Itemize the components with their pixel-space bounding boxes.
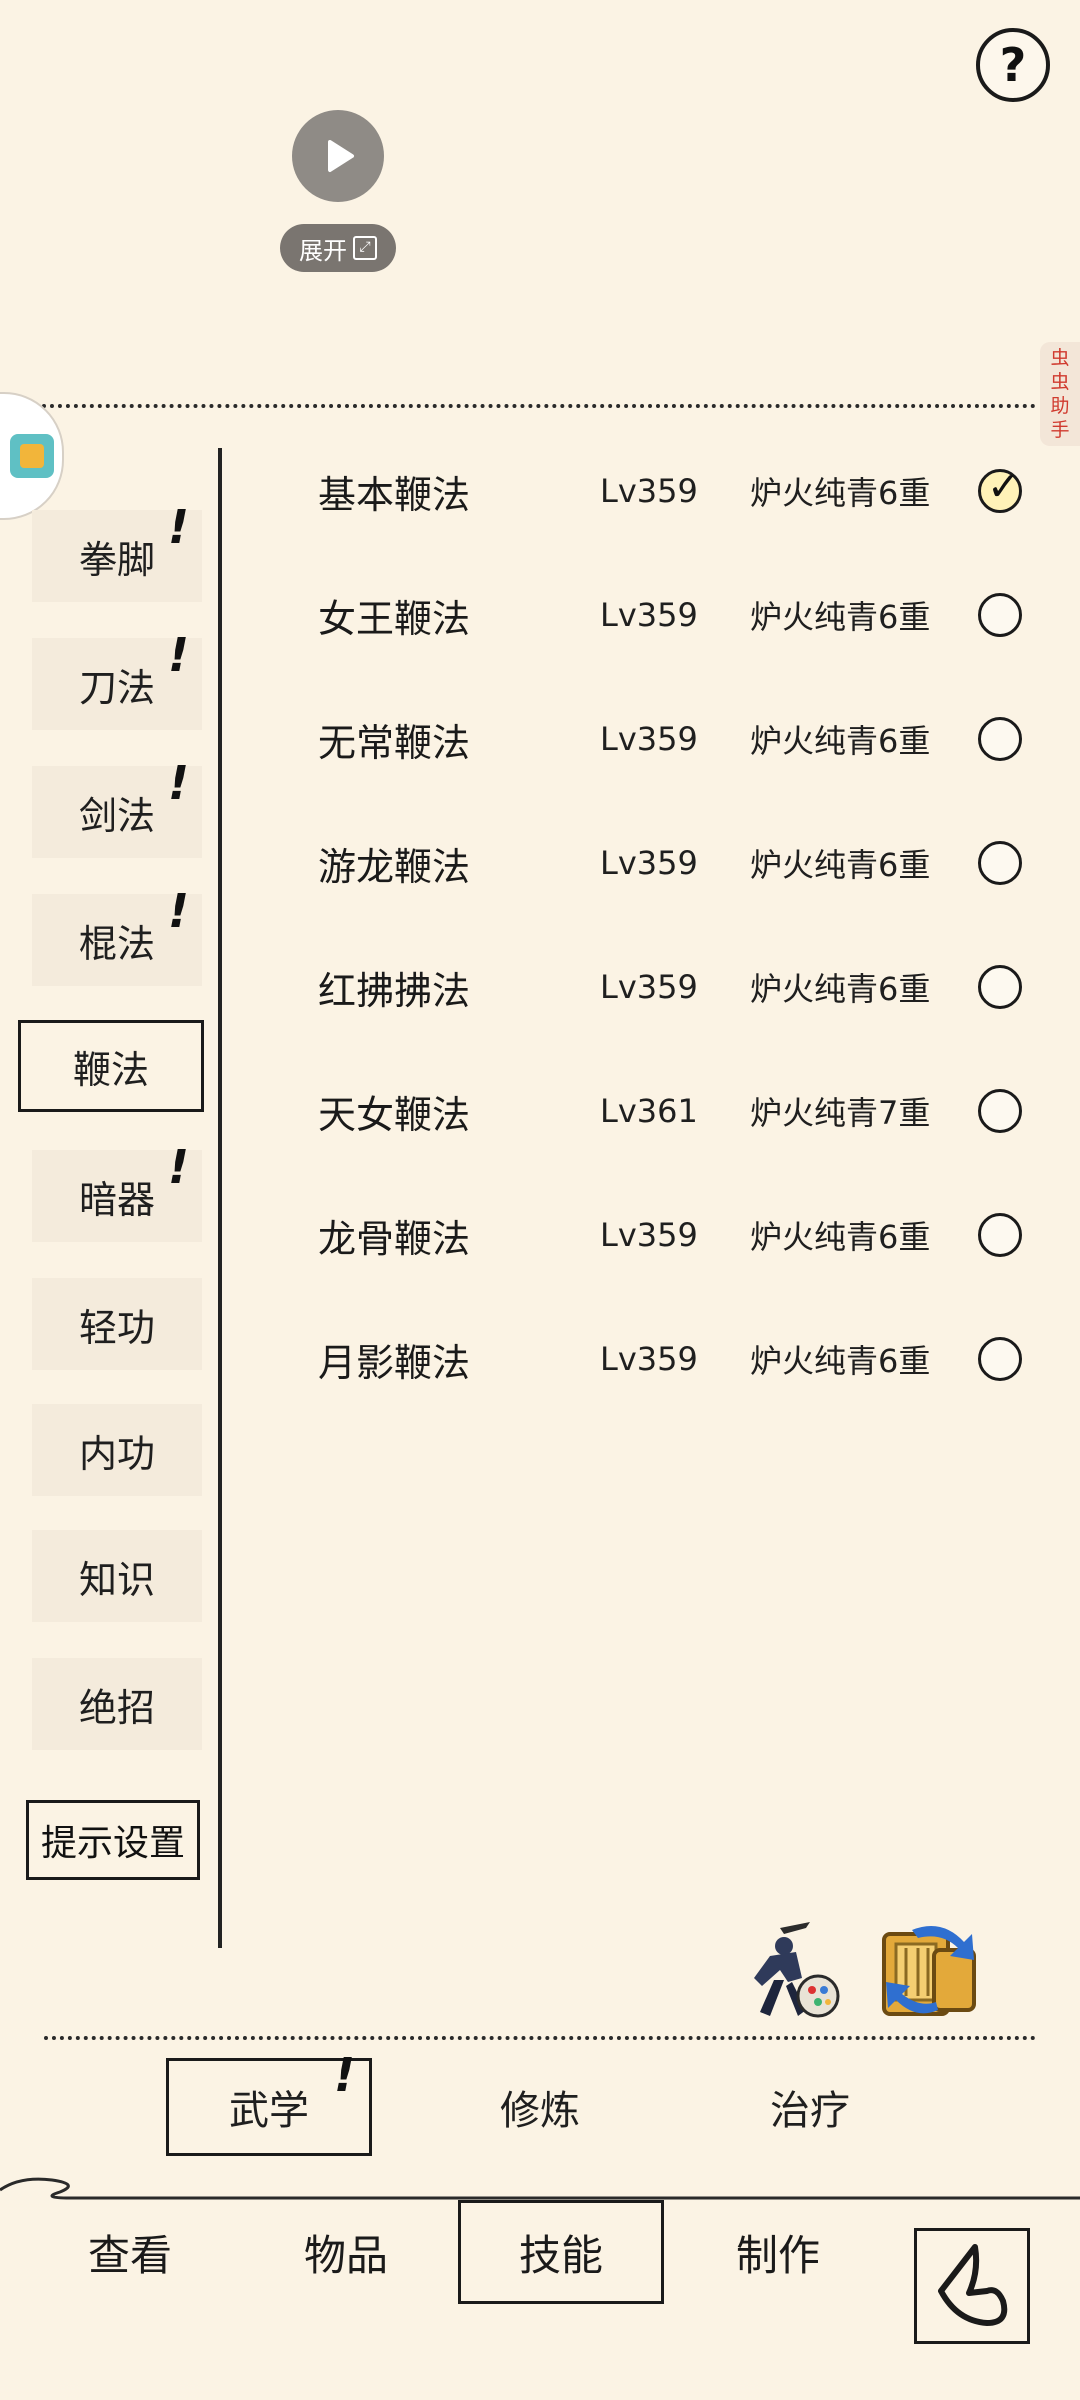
expand-icon: ⤢ [353,236,377,260]
category-label: 棍法 [78,921,155,966]
subtab-label: 治疗 [770,2088,850,2134]
category-label: 内功 [78,1431,155,1476]
skill-rank: 炉火纯青6重 [750,1342,931,1380]
nav-label: 制作 [735,2230,820,2280]
skill-select-radio[interactable]: ✓ [978,464,1022,513]
skill-level: Lv359 [600,596,698,634]
list-divider [218,448,222,1948]
nav-items[interactable]: 物品 [256,2200,436,2304]
skill-row[interactable]: 红拂拂法 Lv359 炉火纯青6重 [318,952,1038,1022]
alert-mark: ! [334,2048,355,2102]
helper-char: 虫 [1050,347,1070,369]
play-button[interactable] [292,110,384,202]
skill-select-radio[interactable] [978,841,1022,885]
skill-select-radio[interactable] [978,1213,1022,1257]
skill-level: Lv359 [600,968,698,1006]
skill-row[interactable]: 无常鞭法 Lv359 炉火纯青6重 [318,704,1038,774]
skill-level: Lv359 [600,1216,698,1254]
helper-char: 虫 [1050,371,1070,393]
skill-row[interactable]: 龙骨鞭法 Lv359 炉火纯青6重 [318,1200,1038,1270]
category-label: 知识 [78,1557,155,1602]
category-label: 暗器 [78,1177,155,1222]
expand-label: 展开 [299,236,347,265]
helper-tab[interactable]: 虫 虫 助 手 [1040,342,1080,446]
skill-rank: 炉火纯青7重 [750,1094,931,1132]
skill-rank: 炉火纯青6重 [750,970,931,1008]
skill-select-radio[interactable] [978,1089,1022,1133]
skill-name: 天女鞭法 [318,1092,471,1137]
skill-rank: 炉火纯青6重 [750,846,931,884]
back-arrow-icon [938,2244,1008,2326]
nav-view[interactable]: 查看 [40,2200,220,2304]
skill-name: 红拂拂法 [318,968,471,1013]
skill-level: Lv359 [600,1340,698,1378]
helper-char: 助 [1050,395,1070,417]
skill-level: Lv359 [600,472,698,510]
alert-mark: ! [168,628,189,682]
skill-name: 女王鞭法 [318,596,471,641]
nav-label: 查看 [87,2230,172,2280]
skill-level: Lv359 [600,844,698,882]
subtab-cultivate[interactable]: 修炼 [440,2058,640,2156]
nav-craft[interactable]: 制作 [688,2200,868,2304]
hint-settings-label: 提示设置 [40,1823,185,1864]
category-label: 轻功 [78,1305,155,1350]
skill-select-radio[interactable] [978,1337,1022,1381]
category-label: 拳脚 [78,537,155,582]
subtab-label: 武学 [229,2088,309,2134]
app-logo-icon [10,434,54,478]
category-qinggong[interactable]: 轻功 [32,1278,202,1370]
skill-select-radio[interactable] [978,717,1022,761]
help-button[interactable]: ? [976,28,1050,102]
alert-mark: ! [168,756,189,810]
category-label: 剑法 [78,793,155,838]
skill-row[interactable]: 游龙鞭法 Lv359 炉火纯青6重 [318,828,1038,898]
skill-select-radio[interactable] [978,593,1022,637]
nav-label: 物品 [303,2230,388,2280]
skill-rank: 炉火纯青6重 [750,598,931,636]
skill-name: 月影鞭法 [318,1340,471,1385]
skill-level: Lv361 [600,1092,698,1130]
back-button[interactable] [914,2228,1030,2344]
scroll-swap-icon[interactable] [876,1920,984,2020]
category-zhishi[interactable]: 知识 [32,1530,202,1622]
martial-artist-icon[interactable] [740,1920,842,2024]
alert-mark: ! [168,1140,189,1194]
checkmark-icon: ✓ [987,464,1021,510]
category-label: 刀法 [78,665,155,710]
alert-mark: ! [168,884,189,938]
category-neigong[interactable]: 内功 [32,1404,202,1496]
skill-name: 龙骨鞭法 [318,1216,471,1261]
floating-app-logo[interactable] [0,392,64,520]
category-bianfa[interactable]: 鞭法 [18,1020,204,1112]
skill-row[interactable]: 月影鞭法 Lv359 炉火纯青6重 [318,1324,1038,1394]
hint-settings-button[interactable]: 提示设置 [26,1800,200,1880]
expand-button[interactable]: 展开 ⤢ [280,224,396,272]
skill-select-radio[interactable] [978,965,1022,1009]
top-divider [42,404,1036,408]
skill-row[interactable]: 基本鞭法 Lv359 炉火纯青6重 ✓ [318,456,1038,526]
skill-rank: 炉火纯青6重 [750,722,931,760]
subtab-heal[interactable]: 治疗 [710,2058,910,2156]
skill-row[interactable]: 天女鞭法 Lv361 炉火纯青7重 [318,1076,1038,1146]
play-icon [328,140,354,172]
skill-rank: 炉火纯青6重 [750,1218,931,1256]
alert-mark: ! [168,500,189,554]
skill-level: Lv359 [600,720,698,758]
category-label: 绝招 [78,1685,155,1730]
subtab-label: 修炼 [500,2088,580,2134]
category-label: 鞭法 [72,1047,149,1092]
nav-skills[interactable]: 技能 [458,2200,664,2304]
skill-name: 无常鞭法 [318,720,471,765]
category-juezhao[interactable]: 绝招 [32,1658,202,1750]
helper-char: 手 [1050,419,1070,441]
bottom-divider [44,2036,1036,2040]
skill-rank: 炉火纯青6重 [750,474,931,512]
help-label: ? [999,38,1027,92]
skill-name: 游龙鞭法 [318,844,471,889]
nav-label: 技能 [518,2230,603,2280]
skill-name: 基本鞭法 [318,472,471,517]
skill-row[interactable]: 女王鞭法 Lv359 炉火纯青6重 [318,580,1038,650]
